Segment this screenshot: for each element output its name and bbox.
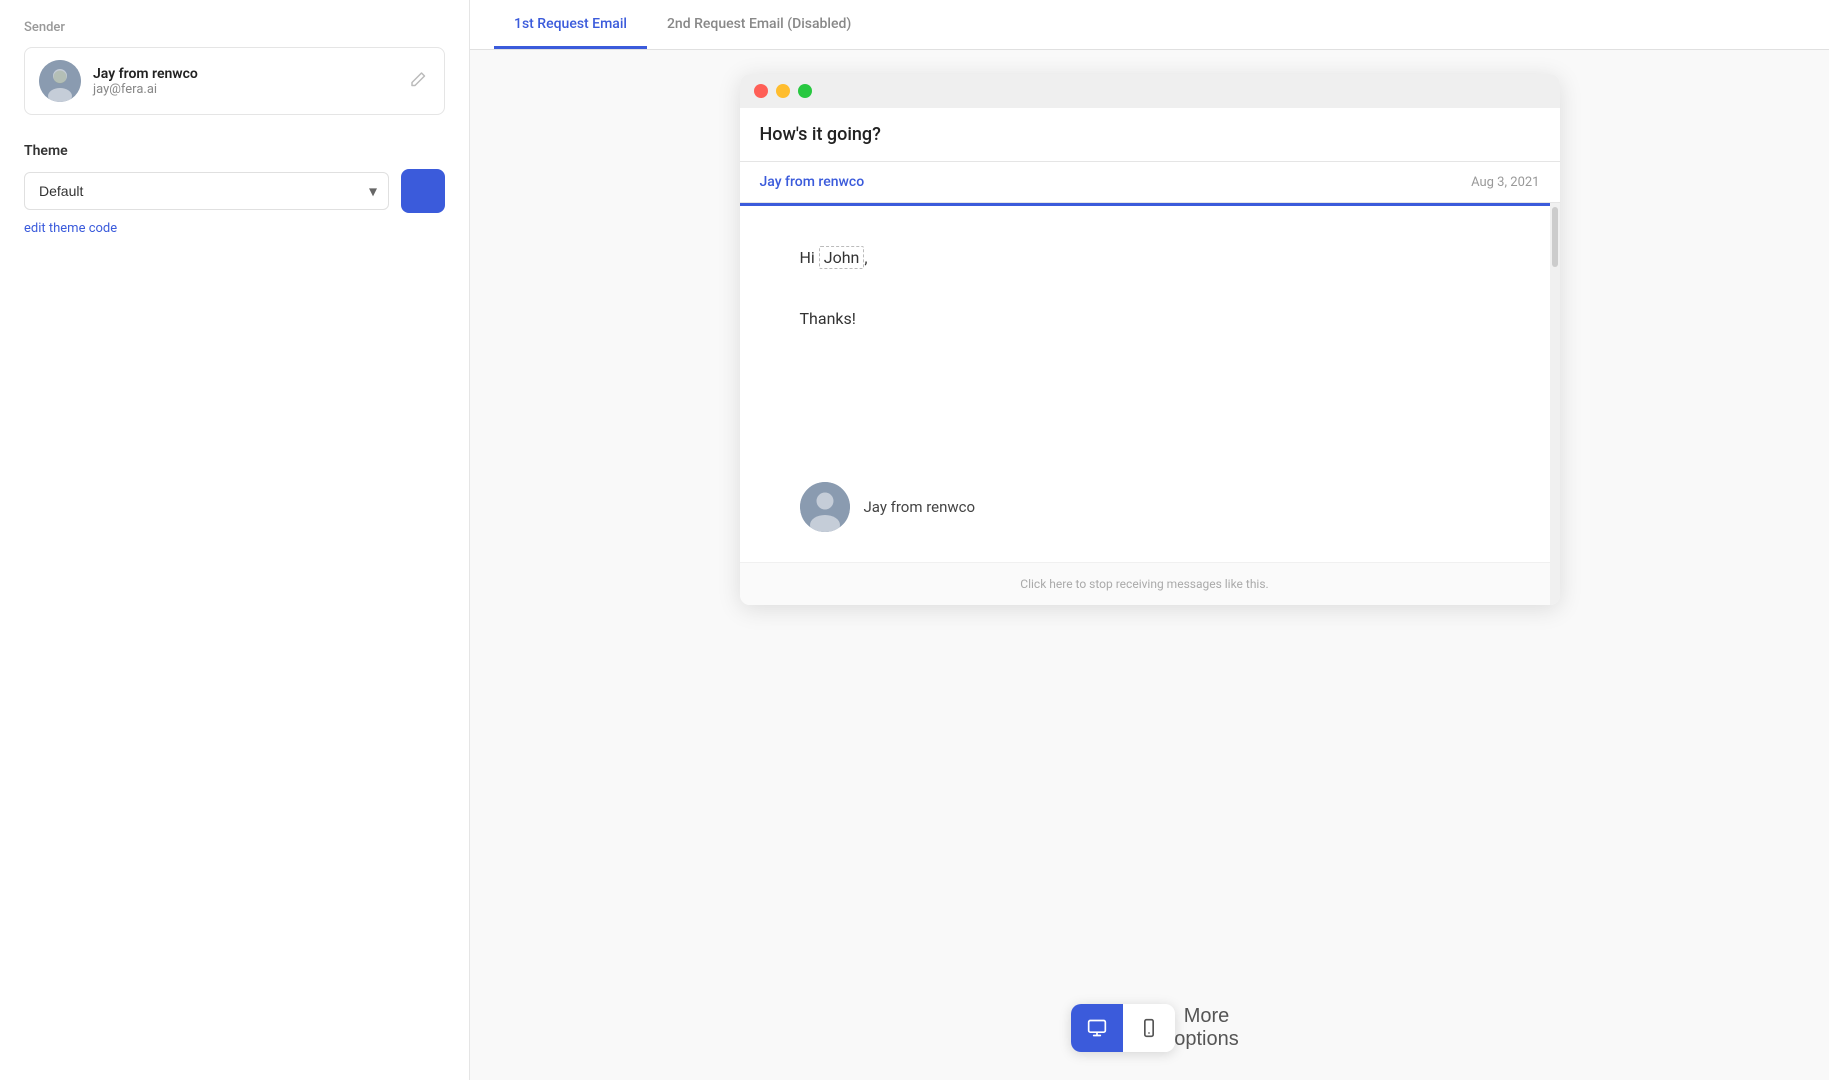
scrollbar-thumb [1552, 207, 1558, 267]
left-panel: Sender Jay from renwco jay@fera.ai Theme [0, 0, 470, 1080]
more-options-button[interactable]: More options [1185, 1006, 1229, 1050]
email-body-container: Hi John, Thanks! [740, 203, 1560, 605]
view-toggle-group [1071, 1004, 1175, 1052]
theme-select[interactable]: Default Modern Classic Minimal [24, 172, 389, 210]
email-subject: How's it going? [760, 124, 1540, 145]
email-scrollbar[interactable] [1550, 203, 1560, 605]
pencil-icon [410, 72, 426, 88]
theme-label: Theme [24, 143, 445, 159]
email-footer: Click here to stop receiving messages li… [740, 562, 1550, 605]
theme-section: Theme Default Modern Classic Minimal ▾ e… [24, 143, 445, 236]
mobile-icon [1139, 1018, 1159, 1038]
email-meta-row: Jay from renwco Aug 3, 2021 [740, 162, 1560, 203]
sender-email: jay@fera.ai [93, 82, 198, 97]
sender-card: Jay from renwco jay@fera.ai [24, 47, 445, 115]
tabs-bar: 1st Request Email 2nd Request Email (Dis… [470, 0, 1829, 50]
right-panel: 1st Request Email 2nd Request Email (Dis… [470, 0, 1829, 1080]
email-sender-sig: Jay from renwco [740, 466, 1550, 562]
sender-name: Jay from renwco [93, 66, 198, 82]
edit-theme-code-link[interactable]: edit theme code [24, 221, 117, 236]
sender-section-label: Sender [24, 20, 445, 35]
email-from: Jay from renwco [760, 174, 865, 190]
email-content-area: Hi John, Thanks! [740, 203, 1550, 605]
tab-2nd-request-email[interactable]: 2nd Request Email (Disabled) [647, 0, 871, 49]
email-body: Hi John, Thanks! [740, 206, 1550, 466]
window-close-button[interactable] [754, 84, 768, 98]
theme-select-wrapper: Default Modern Classic Minimal ▾ [24, 172, 389, 210]
greeting-text: Hi [800, 248, 815, 267]
bottom-toolbar: More options [1071, 1004, 1229, 1052]
more-options-icon: More options [1174, 1005, 1239, 1051]
theme-color-swatch[interactable] [401, 169, 445, 213]
email-name-placeholder: John [819, 246, 865, 269]
sender-info: Jay from renwco jay@fera.ai [93, 66, 198, 97]
sender-avatar [39, 60, 81, 102]
tab-1st-request-email[interactable]: 1st Request Email [494, 0, 647, 49]
desktop-view-button[interactable] [1071, 1004, 1123, 1052]
email-date: Aug 3, 2021 [1471, 175, 1539, 190]
email-greeting: Hi John, [800, 246, 1490, 269]
sig-avatar [800, 482, 850, 532]
sig-sender-name: Jay from renwco [864, 498, 976, 516]
unsubscribe-text[interactable]: Click here to stop receiving messages li… [1020, 577, 1268, 591]
preview-area: How's it going? Jay from renwco Aug 3, 2… [470, 50, 1829, 1080]
mobile-view-button[interactable] [1123, 1004, 1175, 1052]
window-minimize-button[interactable] [776, 84, 790, 98]
email-window: How's it going? Jay from renwco Aug 3, 2… [740, 74, 1560, 605]
window-maximize-button[interactable] [798, 84, 812, 98]
sender-edit-button[interactable] [406, 68, 430, 95]
desktop-icon [1087, 1018, 1107, 1038]
theme-row: Default Modern Classic Minimal ▾ [24, 169, 445, 213]
email-window-titlebar [740, 74, 1560, 108]
email-subject-row: How's it going? [740, 108, 1560, 162]
email-thanks: Thanks! [800, 309, 1490, 328]
